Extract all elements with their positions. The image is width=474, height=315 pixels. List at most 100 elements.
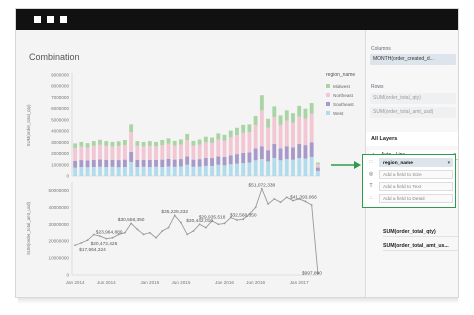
bar-segment-west: [160, 167, 165, 176]
bar-segment-midwest: [203, 136, 208, 143]
measure-qty[interactable]: SUM(order_total_qty) ▾: [383, 227, 458, 237]
bar-segment-southeast: [309, 142, 314, 157]
bar-segment-west: [73, 167, 78, 176]
bar-segment-midwest: [284, 110, 289, 121]
bar-segment-west: [278, 160, 283, 176]
line-point: [204, 226, 207, 229]
bar-segment-midwest: [91, 141, 96, 146]
bar-segment-midwest: [172, 140, 177, 146]
bar-segment-northeast: [228, 137, 233, 156]
measure-amt-label: SUM(order_total_amt_us...: [383, 243, 449, 249]
bar-segment-southeast: [203, 158, 208, 166]
bar-segment-southeast: [291, 147, 295, 160]
line-x-tick-label: Jan 2015: [140, 280, 159, 285]
bar-segment-midwest: [210, 137, 214, 143]
bar-segment-northeast: [91, 145, 96, 160]
encoding-highlight-box: ∷ region_name ▾ ◎ Add a field to Size T …: [362, 154, 456, 208]
bar-segment-midwest: [179, 139, 183, 145]
bar-segment-west: [116, 167, 121, 176]
bar-segment-midwest: [73, 143, 78, 148]
bar-segment-northeast: [191, 145, 196, 160]
title-bar: [16, 9, 458, 30]
bar-segment-west: [154, 166, 158, 176]
bar-segment-southeast: [98, 159, 102, 167]
bar-segment-northeast: [247, 132, 252, 153]
line-point: [80, 241, 83, 244]
size-encoding-row[interactable]: ◎ Add a field to Size: [367, 170, 453, 179]
window-dot-icon: [34, 16, 41, 23]
bar-y-tick-label: 0: [66, 174, 69, 179]
detail-field-input[interactable]: Add a field to Detail: [379, 194, 453, 203]
bar-segment-northeast: [197, 144, 202, 160]
bar-segment-midwest: [228, 130, 233, 138]
measure-qty-label: SUM(order_total_qty): [383, 229, 436, 235]
detail-encoding-row[interactable]: ∴ Add a field to Detail: [367, 194, 453, 203]
bar-y-tick-label: 4000000: [51, 129, 69, 134]
line-point: [92, 233, 95, 236]
bar-segment-southeast: [116, 160, 121, 168]
bar-segment-west: [253, 160, 258, 176]
bar-segment-west: [203, 165, 208, 176]
bar-segment-southeast: [235, 154, 239, 164]
rows-pill-qty[interactable]: SUM(order_total_qty): [370, 93, 456, 104]
bar-y-tick-label: 5000000: [51, 117, 69, 122]
bar-segment-midwest: [235, 127, 239, 136]
color-field-pill[interactable]: region_name ▾: [379, 158, 453, 167]
columns-pill[interactable]: MONTH(order_created_d...: [370, 54, 456, 65]
line-data-label: $51,072,338: [249, 182, 276, 188]
bar-y-tick-label: 1000000: [51, 162, 69, 167]
all-layers-header[interactable]: All Layers: [366, 132, 458, 146]
size-field-input[interactable]: Add a field to Size: [379, 170, 453, 179]
bar-segment-southeast: [315, 167, 320, 171]
bar-segment-northeast: [116, 146, 121, 161]
bar-segment-southeast: [154, 159, 158, 167]
line-point: [148, 231, 151, 234]
measure-amt[interactable]: SUM(order_total_amt_us... ▾: [383, 241, 458, 251]
bar-segment-west: [172, 166, 177, 176]
line-data-label: $35,229,332: [161, 209, 188, 215]
line-point: [310, 204, 313, 206]
bar-segment-midwest: [197, 139, 202, 145]
line-point: [267, 203, 269, 205]
text-field-input[interactable]: Add a field to Text: [379, 182, 453, 191]
bar-y-tick-label: 9000000: [51, 73, 69, 78]
bar-segment-west: [79, 167, 84, 176]
bar-segment-midwest: [141, 141, 146, 147]
bar-segment-midwest: [104, 141, 109, 146]
bar-segment-west: [297, 158, 302, 176]
bar-segment-west: [216, 164, 221, 176]
line-x-tick-label: Jun 2015: [171, 280, 190, 285]
bar-segment-northeast: [235, 135, 239, 155]
bar-segment-west: [241, 163, 246, 176]
bar-segment-southeast: [197, 159, 202, 167]
bar-segment-southeast: [129, 151, 134, 162]
bar-y-tick-label: 2000000: [51, 151, 69, 156]
line-point: [273, 198, 276, 200]
bar-segment-southeast: [228, 155, 233, 165]
detail-icon: ∴: [369, 195, 373, 201]
bar-segment-west: [91, 167, 96, 176]
bar-segment-west: [291, 159, 295, 176]
bar-segment-southeast: [241, 152, 246, 164]
bar-segment-midwest: [241, 124, 246, 133]
bar-segment-west: [197, 166, 202, 176]
legend-item-label: West: [333, 111, 344, 116]
line-x-tick-label: Jan 2016: [215, 280, 234, 285]
bar-segment-northeast: [147, 145, 152, 160]
bar-segment-west: [315, 170, 320, 176]
bar-y-axis-label: SUM(order_total_qty): [26, 104, 31, 147]
legend-swatch: [326, 102, 330, 106]
bar-segment-west: [259, 159, 264, 176]
text-encoding-row[interactable]: T Add a field to Text: [367, 182, 453, 191]
bar-segment-midwest: [222, 134, 227, 141]
line-y-axis-label: SUM(order_total_amt_usd): [26, 201, 31, 254]
color-encoding-row[interactable]: ∷ region_name ▾: [367, 158, 453, 167]
bar-segment-northeast: [185, 140, 190, 157]
bar-segment-west: [85, 167, 90, 176]
bar-y-tick-label: 8000000: [51, 84, 69, 89]
bar-segment-southeast: [141, 159, 146, 167]
bar-segment-midwest: [278, 115, 283, 125]
color-field-label: region_name: [383, 161, 413, 166]
bar-segment-northeast: [179, 144, 183, 160]
rows-pill-amt[interactable]: SUM(order_total_amt_usd): [370, 107, 456, 118]
